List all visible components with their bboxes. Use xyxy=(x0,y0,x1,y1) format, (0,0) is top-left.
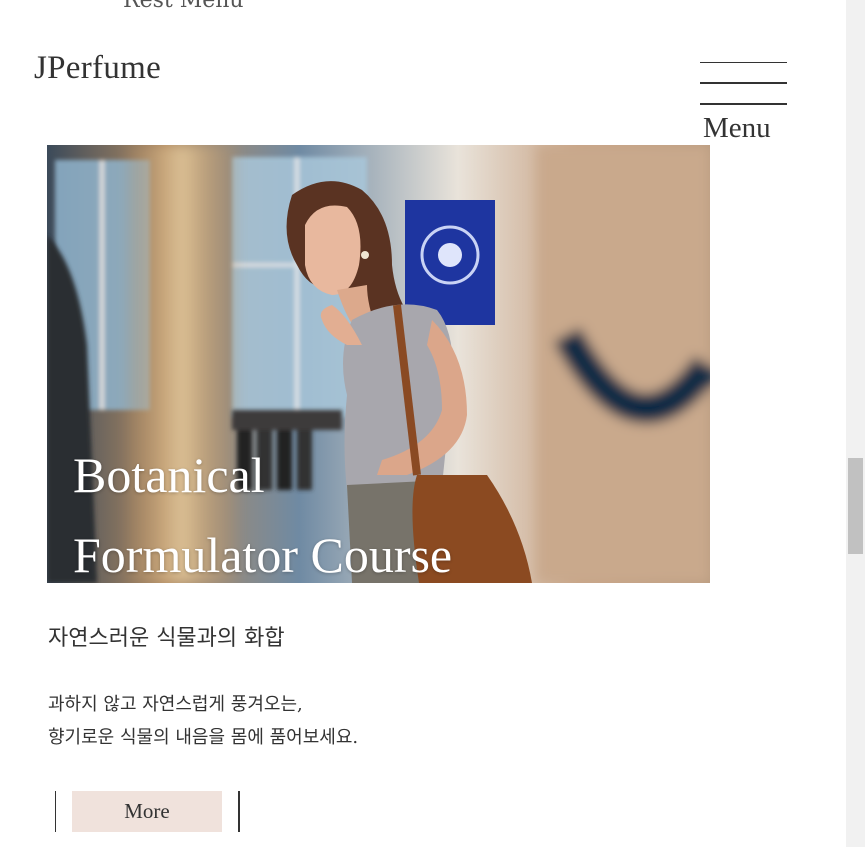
hamburger-line xyxy=(700,103,787,105)
hero-title: Botanical Formulator Course xyxy=(73,435,452,583)
top-cut-off-text: Rest Menu xyxy=(123,0,244,13)
hamburger-line xyxy=(700,62,787,63)
scrollbar-thumb[interactable] xyxy=(848,458,863,554)
hamburger-menu-button[interactable]: Menu xyxy=(700,62,787,146)
frame-bar-right xyxy=(238,791,240,832)
hero-title-line: Botanical xyxy=(73,447,265,503)
menu-label: Menu xyxy=(703,112,771,144)
frame-bar-left xyxy=(55,791,56,832)
more-button[interactable]: More xyxy=(72,791,222,832)
more-button-frame: More xyxy=(55,791,240,832)
hamburger-line xyxy=(700,82,787,84)
section-description: 과하지 않고 자연스럽게 풍겨오는, 향기로운 식물의 내음을 몸에 품어보세요… xyxy=(48,688,358,754)
site-logo[interactable]: JPerfume xyxy=(34,50,161,87)
hero-title-line: Formulator Course xyxy=(73,527,453,583)
section-subtitle: 자연스러운 식물과의 화합 xyxy=(48,626,285,651)
description-line: 과하지 않고 자연스럽게 풍겨오는, xyxy=(48,694,303,715)
vertical-scrollbar[interactable] xyxy=(846,0,865,847)
description-line: 향기로운 식물의 내음을 몸에 품어보세요. xyxy=(48,727,359,748)
hero-image: Botanical Formulator Course xyxy=(47,145,710,583)
